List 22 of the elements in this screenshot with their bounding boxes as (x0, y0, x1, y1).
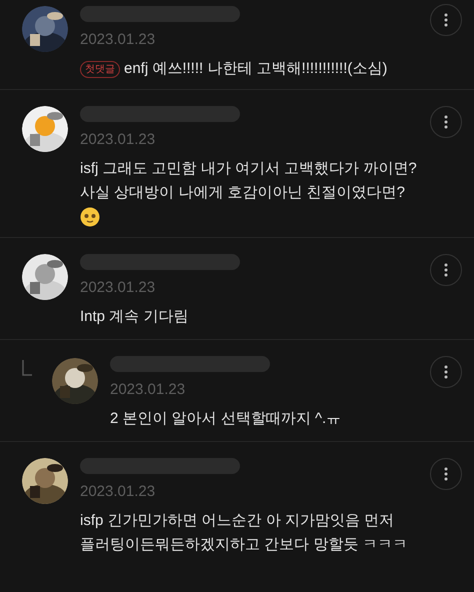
more-button[interactable] (430, 254, 462, 286)
more-button[interactable] (430, 458, 462, 490)
more-button[interactable] (430, 356, 462, 388)
more-icon (444, 13, 448, 27)
more-icon (444, 263, 448, 277)
more-button[interactable] (430, 106, 462, 138)
more-icon (444, 115, 448, 129)
comment-date: 2023.01.23 (110, 380, 186, 400)
comment-date: 2023.01.23 (80, 30, 156, 50)
comment-date: 2023.01.23 (80, 482, 156, 502)
comment-text: isfp 긴가민가하면 어느순간 아 지가맘잇음 먼저 플러팅이든뭐든하겠지하고 간보다 망할듯 ㅋㅋㅋ (80, 511, 408, 555)
comment-date: 2023.01.23 (80, 278, 156, 298)
more-button[interactable] (430, 4, 462, 36)
comment-text: 2 본인이 알아서 선택할때까지 ^.ㅠ (110, 409, 342, 429)
more-icon (444, 365, 448, 379)
comment-text: enfj 예쓰!!!!! 나한테 고백해!!!!!!!!!!!(소심) (124, 59, 388, 79)
comment-text: isfj 그래도 고민함 내가 여기서 고백했다가 까이면? 사실 상대방이 나에게 호감이아닌 친절이였다면? (80, 159, 417, 203)
more-icon (444, 467, 448, 481)
comment-date: 2023.01.23 (80, 130, 156, 150)
comment-text: Intp 계속 기다림 (80, 307, 188, 327)
first-comment-badge: 첫댓글 (80, 61, 120, 78)
reply-indicator-icon (22, 360, 32, 376)
